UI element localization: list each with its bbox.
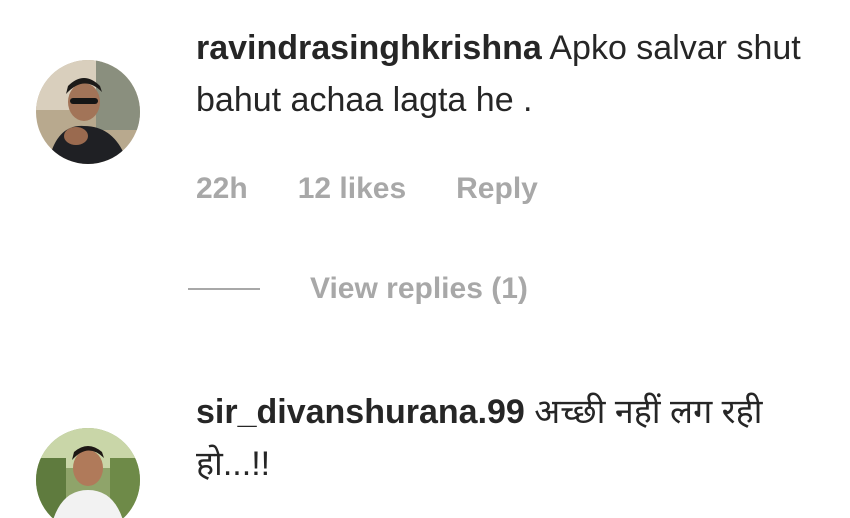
divider-line bbox=[188, 288, 260, 290]
comment-username[interactable]: sir_divanshurana.99 bbox=[196, 393, 525, 431]
reply-button[interactable]: Reply bbox=[456, 172, 538, 206]
comment-text: ravindrasinghkrishna Apko salvar shut ba… bbox=[196, 22, 836, 126]
comment-time[interactable]: 22h bbox=[196, 172, 248, 206]
view-replies-label: View replies (1) bbox=[310, 272, 528, 305]
avatar[interactable] bbox=[36, 60, 140, 164]
comment-text: sir_divanshurana.99 अच्छी नहीं लग रही हो… bbox=[196, 386, 836, 490]
comment-likes[interactable]: 12 likes bbox=[298, 172, 406, 206]
user-photo-icon bbox=[36, 428, 140, 518]
comments-section: ravindrasinghkrishna Apko salvar shut ba… bbox=[0, 0, 850, 518]
comment-meta: 22h 12 likes Reply bbox=[196, 172, 538, 206]
comment-username[interactable]: ravindrasinghkrishna bbox=[196, 29, 542, 67]
view-replies-button[interactable]: View replies (1) bbox=[188, 272, 528, 306]
user-photo-icon bbox=[36, 60, 140, 164]
avatar[interactable] bbox=[36, 428, 140, 518]
